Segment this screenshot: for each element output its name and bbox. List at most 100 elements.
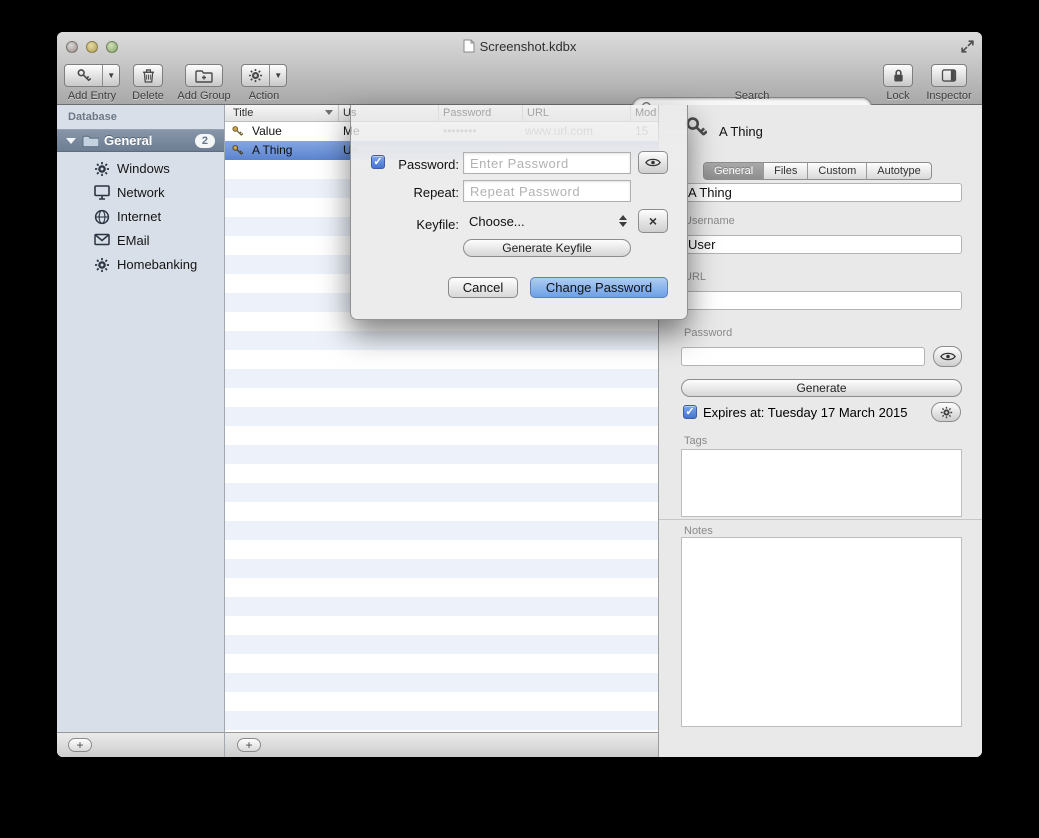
tab-files[interactable]: Files	[763, 163, 807, 179]
sidebar-item-network[interactable]: Network	[57, 181, 224, 205]
reveal-password-button[interactable]	[933, 346, 962, 367]
generate-keyfile-button[interactable]: Generate Keyfile	[463, 239, 631, 257]
sidebar-group-label: General	[104, 133, 152, 148]
add-group-label: Add Group	[165, 90, 243, 102]
minimize-button[interactable]	[86, 41, 98, 53]
cell-title: A Thing	[252, 143, 292, 157]
cell-title: Value	[252, 124, 282, 138]
inspector-label: Inspector	[916, 90, 982, 102]
username-label: Username	[684, 215, 735, 227]
username-field[interactable]	[681, 235, 962, 254]
close-button[interactable]	[66, 41, 78, 53]
notes-textarea[interactable]	[681, 537, 962, 727]
section-divider	[659, 519, 982, 520]
chevron-down-icon[interactable]: ▼	[102, 65, 119, 86]
display-icon	[94, 185, 110, 205]
fullscreen-icon[interactable]	[960, 39, 975, 54]
sidebar-bottom-bar: +	[57, 732, 224, 757]
sidebar-item-internet[interactable]: Internet	[57, 205, 224, 229]
key-icon	[65, 65, 102, 86]
add-entry-button[interactable]: ▼	[64, 64, 120, 87]
sidebar-item-email[interactable]: EMail	[57, 229, 224, 253]
sheet-keyfile-label: Keyfile:	[379, 217, 459, 232]
eye-icon	[940, 352, 956, 361]
notes-label: Notes	[684, 525, 713, 537]
column-divider[interactable]	[338, 105, 339, 121]
envelope-icon	[94, 233, 110, 251]
expires-checkbox[interactable]	[683, 405, 697, 419]
sidebar-group-general[interactable]: General 2	[57, 129, 224, 152]
inspector-button[interactable]	[931, 64, 967, 87]
column-header-title[interactable]: Title	[233, 107, 253, 119]
sidebar-item-label: Homebanking	[117, 257, 197, 272]
sidebar-item-windows[interactable]: Windows	[57, 157, 224, 181]
title-field[interactable]	[681, 183, 962, 202]
delete-button[interactable]	[133, 64, 163, 87]
tab-general[interactable]: General	[704, 163, 763, 179]
entry-count-badge: 2	[195, 134, 215, 148]
folder-plus-icon	[195, 69, 213, 83]
titlebar: Screenshot.kdbx	[57, 32, 982, 60]
chevron-down-icon[interactable]: ▼	[269, 65, 286, 86]
keyfile-dropdown-value: Choose...	[469, 214, 525, 229]
gear-icon	[242, 65, 269, 86]
desktop: Screenshot.kdbx ▼	[0, 0, 1039, 838]
sheet-password-label: Password:	[379, 157, 459, 172]
sheet-repeat-label: Repeat:	[379, 185, 459, 200]
sort-indicator-icon	[325, 110, 333, 115]
sheet-repeat-input[interactable]	[463, 180, 631, 202]
add-entry-label: Add Entry	[64, 90, 120, 102]
zoom-button[interactable]	[106, 41, 118, 53]
gear-icon	[94, 161, 110, 182]
globe-icon	[94, 209, 110, 230]
window-title-group: Screenshot.kdbx	[463, 39, 577, 54]
gear-icon	[94, 257, 110, 278]
inspector-tabs: General Files Custom Autotype	[703, 162, 932, 180]
reveal-password-button[interactable]	[638, 151, 668, 174]
inspector-panel-icon	[941, 69, 957, 82]
disclosure-triangle-icon[interactable]	[66, 138, 76, 144]
action-label: Action	[237, 90, 291, 102]
sidebar-item-label: Windows	[117, 161, 170, 176]
list-bottom-bar: +	[225, 732, 658, 757]
key-icon	[231, 125, 244, 138]
close-icon: ×	[649, 213, 657, 229]
generate-button[interactable]: Generate	[681, 379, 962, 397]
add-entry-plus-button[interactable]: +	[237, 738, 261, 752]
sidebar-item-homebanking[interactable]: Homebanking	[57, 253, 224, 277]
toolbar: ▼ ▼	[57, 64, 982, 87]
password-label: Password	[684, 327, 732, 339]
tags-textarea[interactable]	[681, 449, 962, 517]
tags-label: Tags	[684, 435, 707, 447]
add-group-button[interactable]	[185, 64, 223, 87]
sheet-password-input[interactable]	[463, 152, 631, 174]
app-window: Screenshot.kdbx ▼	[57, 32, 982, 757]
sidebar-item-label: EMail	[117, 233, 150, 248]
change-password-button[interactable]: Change Password	[530, 277, 668, 298]
url-field[interactable]	[681, 291, 962, 310]
tab-custom[interactable]: Custom	[807, 163, 866, 179]
expires-label: Expires at: Tuesday 17 March 2015	[703, 405, 908, 420]
tab-autotype[interactable]: Autotype	[866, 163, 930, 179]
lock-button[interactable]	[883, 64, 913, 87]
key-icon	[231, 144, 244, 157]
cancel-button[interactable]: Cancel	[448, 277, 518, 298]
keyfile-dropdown[interactable]: Choose...	[463, 210, 631, 232]
window-title: Screenshot.kdbx	[480, 39, 577, 54]
expires-settings-button[interactable]	[931, 402, 961, 422]
inspector-panel: A Thing General Files Custom Autotype Us…	[658, 105, 982, 757]
add-group-plus-button[interactable]: +	[68, 738, 92, 752]
sidebar-section-header: Database	[68, 111, 117, 123]
sidebar-item-label: Internet	[117, 209, 161, 224]
clear-keyfile-button[interactable]: ×	[638, 209, 668, 233]
eye-icon	[645, 158, 661, 167]
search-label: Search	[632, 90, 872, 102]
folder-icon	[82, 134, 99, 148]
inspector-entry-title: A Thing	[719, 124, 763, 139]
window-chrome: Screenshot.kdbx ▼	[57, 32, 982, 105]
sidebar: Database General 2 Windows Network	[57, 105, 225, 757]
password-field[interactable]	[681, 347, 925, 366]
sidebar-item-label: Network	[117, 185, 165, 200]
trash-icon	[142, 68, 155, 83]
action-button[interactable]: ▼	[241, 64, 287, 87]
